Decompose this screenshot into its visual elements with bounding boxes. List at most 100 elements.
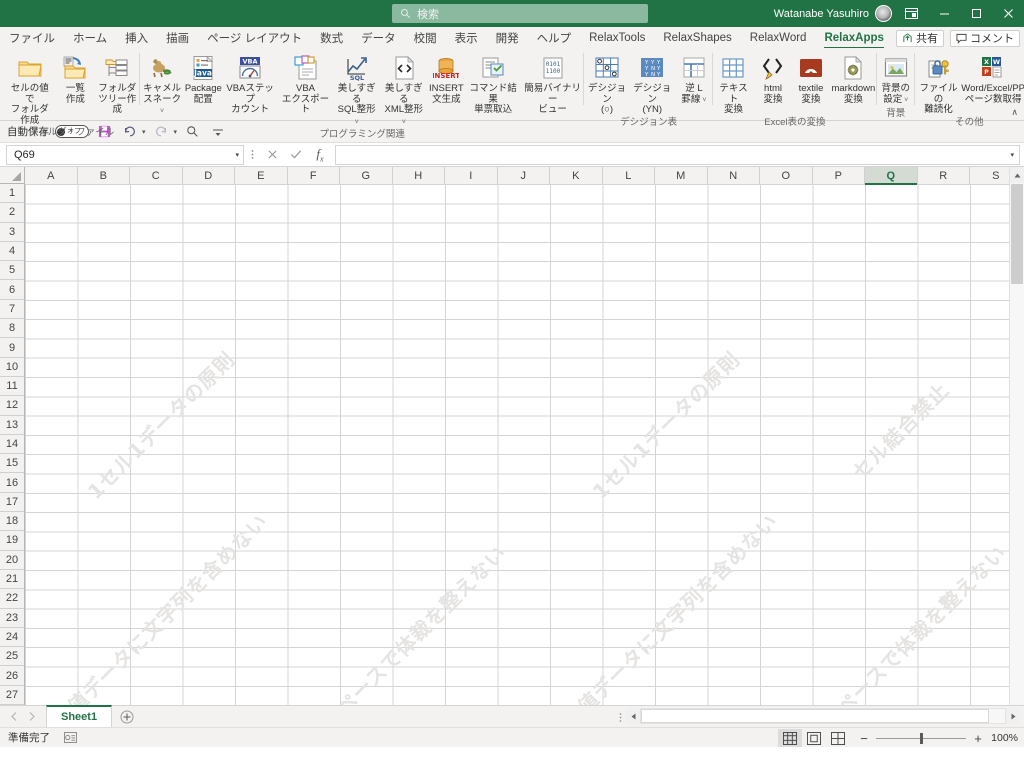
column-header-D[interactable]: D <box>182 167 235 184</box>
row-header-18[interactable]: 18 <box>0 512 24 532</box>
cells-area[interactable] <box>25 184 1024 705</box>
ribbon-button-vba-step-count[interactable]: VBA VBAステップ カウント <box>222 52 278 116</box>
ribbon-tab-11[interactable]: RelaxTools <box>580 27 654 49</box>
row-header-11[interactable]: 11 <box>0 376 24 397</box>
row-header-19[interactable]: 19 <box>0 531 24 551</box>
chevron-down-icon[interactable]: ˅ <box>902 97 908 104</box>
ribbon-tab-4[interactable]: ページ レイアウト <box>198 27 311 49</box>
ribbon-tab-1[interactable]: ホーム <box>64 27 116 49</box>
ribbon-tab-13[interactable]: RelaxWord <box>741 27 816 49</box>
scroll-left-icon[interactable] <box>626 708 640 724</box>
zoom-control[interactable]: − + <box>858 731 984 746</box>
row-header-25[interactable]: 25 <box>0 647 24 667</box>
expand-formula-bar-icon[interactable]: ▾ <box>1010 151 1014 159</box>
account-area[interactable]: Watanabe Yasuhiro <box>774 0 892 27</box>
row-header-26[interactable]: 26 <box>0 666 24 686</box>
ribbon-button-binary-view[interactable]: 0101 1100 簡易バイナリー ビュー <box>521 52 585 116</box>
collapse-ribbon-icon[interactable]: ∧ <box>1011 107 1018 118</box>
ribbon-tab-9[interactable]: 開発 <box>487 27 528 49</box>
chevron-down-icon[interactable]: ˅ <box>402 119 406 126</box>
zoom-slider-thumb[interactable] <box>920 732 923 744</box>
avatar[interactable] <box>875 5 892 22</box>
spreadsheet-grid[interactable]: 1セル1データの原則 1セル1データの原則 セル結合禁止 スペースで体裁を整えない スペ… <box>0 167 1024 705</box>
column-header-Q[interactable]: Q <box>865 167 918 185</box>
ribbon-tab-14[interactable]: RelaxApps <box>815 27 892 49</box>
column-header-L[interactable]: L <box>602 167 655 184</box>
row-header-5[interactable]: 5 <box>0 261 24 281</box>
prev-sheet-icon[interactable] <box>6 708 22 726</box>
column-header-I[interactable]: I <box>445 167 498 184</box>
row-header-7[interactable]: 7 <box>0 299 24 320</box>
horizontal-split-handle[interactable] <box>616 709 624 725</box>
chevron-down-icon[interactable]: ˅ <box>355 119 359 126</box>
normal-view-icon[interactable] <box>778 729 802 747</box>
minimize-icon[interactable] <box>928 0 960 27</box>
row-header-6[interactable]: 6 <box>0 280 24 300</box>
maximize-icon[interactable] <box>960 0 992 27</box>
search-box[interactable]: 検索 <box>392 4 648 23</box>
column-header-G[interactable]: G <box>340 167 393 184</box>
row-header-27[interactable]: 27 <box>0 685 24 705</box>
ribbon-tab-5[interactable]: 数式 <box>311 27 352 49</box>
ribbon-button-decision-circle[interactable]: デシジョン (○) <box>584 52 629 116</box>
horizontal-scroll-thumb[interactable] <box>641 709 989 723</box>
ribbon-tab-12[interactable]: RelaxShapes <box>654 27 740 49</box>
column-header-O[interactable]: O <box>760 167 813 184</box>
column-header-M[interactable]: M <box>655 167 708 184</box>
ribbon-button-java-package[interactable]: Java Package 配置 <box>184 52 222 105</box>
zoom-out-button[interactable]: − <box>858 731 870 746</box>
ribbon-button-file-obfuscate[interactable]: ファイルの 難読化 <box>915 52 963 116</box>
zoom-level[interactable]: 100% <box>984 732 1018 744</box>
page-break-view-icon[interactable] <box>826 729 850 747</box>
ribbon-button-folder[interactable]: セルの値で フォルダ作成 <box>3 52 56 126</box>
name-box[interactable]: Q69 ▾ <box>6 144 244 165</box>
row-header-1[interactable]: 1 <box>0 184 24 204</box>
horizontal-scrollbar[interactable] <box>626 708 1020 724</box>
ribbon-button-text-convert[interactable]: テキスト 変換 <box>713 52 754 116</box>
ribbon-button-command-result[interactable]: コマンド結果 単票取込 <box>465 52 521 116</box>
ribbon-tab-2[interactable]: 挿入 <box>116 27 157 49</box>
row-header-8[interactable]: 8 <box>0 319 24 339</box>
add-sheet-icon[interactable] <box>112 706 142 727</box>
ribbon-tab-0[interactable]: ファイル <box>0 27 64 49</box>
ribbon-button-vba-export[interactable]: VBA エクスポート <box>278 52 333 116</box>
share-button[interactable]: 共有 <box>896 29 944 47</box>
vertical-scrollbar[interactable] <box>1009 167 1024 705</box>
row-header-24[interactable]: 24 <box>0 627 24 648</box>
ribbon-button-folder-list[interactable]: 一覧 作成 <box>56 52 94 105</box>
row-header-9[interactable]: 9 <box>0 338 24 358</box>
row-header-14[interactable]: 14 <box>0 434 24 455</box>
ribbon-tab-6[interactable]: データ <box>352 27 405 49</box>
ribbon-display-options-icon[interactable] <box>894 0 928 27</box>
select-all-corner[interactable] <box>0 167 25 184</box>
column-header-R[interactable]: R <box>917 167 970 184</box>
row-header-3[interactable]: 3 <box>0 222 24 242</box>
chevron-down-icon[interactable]: ˅ <box>160 108 164 115</box>
ribbon-button-textile-convert[interactable]: textile 変換 <box>792 52 830 105</box>
ribbon-tab-3[interactable]: 描画 <box>157 27 198 49</box>
row-header-13[interactable]: 13 <box>0 415 24 435</box>
scroll-right-icon[interactable] <box>1006 708 1020 724</box>
sheet-tab-sheet1[interactable]: Sheet1 <box>46 705 113 727</box>
row-header-23[interactable]: 23 <box>0 608 24 628</box>
column-header-C[interactable]: C <box>130 167 183 184</box>
row-header-15[interactable]: 15 <box>0 454 24 474</box>
next-sheet-icon[interactable] <box>24 708 40 726</box>
formula-bar-grip[interactable] <box>244 145 260 165</box>
insert-function-icon[interactable]: fx <box>308 145 332 165</box>
ribbon-button-sql-format[interactable]: SQL 美しすぎる SQL整形 ˅ <box>333 52 380 128</box>
row-header-16[interactable]: 16 <box>0 473 24 493</box>
vertical-scroll-thumb[interactable] <box>1011 184 1023 284</box>
chevron-down-icon[interactable]: ˅ <box>700 97 706 104</box>
column-header-H[interactable]: H <box>392 167 445 184</box>
ribbon-button-page-count[interactable]: X W P Word/Excel/PP ページ数取得 <box>961 52 1024 105</box>
ribbon-button-reverse-l-border[interactable]: 逆 L 罫線 ˅ <box>675 52 713 106</box>
zoom-slider-track[interactable] <box>876 732 966 744</box>
column-header-N[interactable]: N <box>707 167 760 184</box>
close-icon[interactable] <box>992 0 1024 27</box>
ribbon-button-camel-snake[interactable]: キャメル スネーク ˅ <box>140 52 184 118</box>
ribbon-tab-8[interactable]: 表示 <box>446 27 487 49</box>
cancel-icon[interactable] <box>260 145 284 165</box>
ribbon-tab-10[interactable]: ヘルプ <box>528 27 581 49</box>
ribbon-button-html-convert[interactable]: html 変換 <box>754 52 792 105</box>
